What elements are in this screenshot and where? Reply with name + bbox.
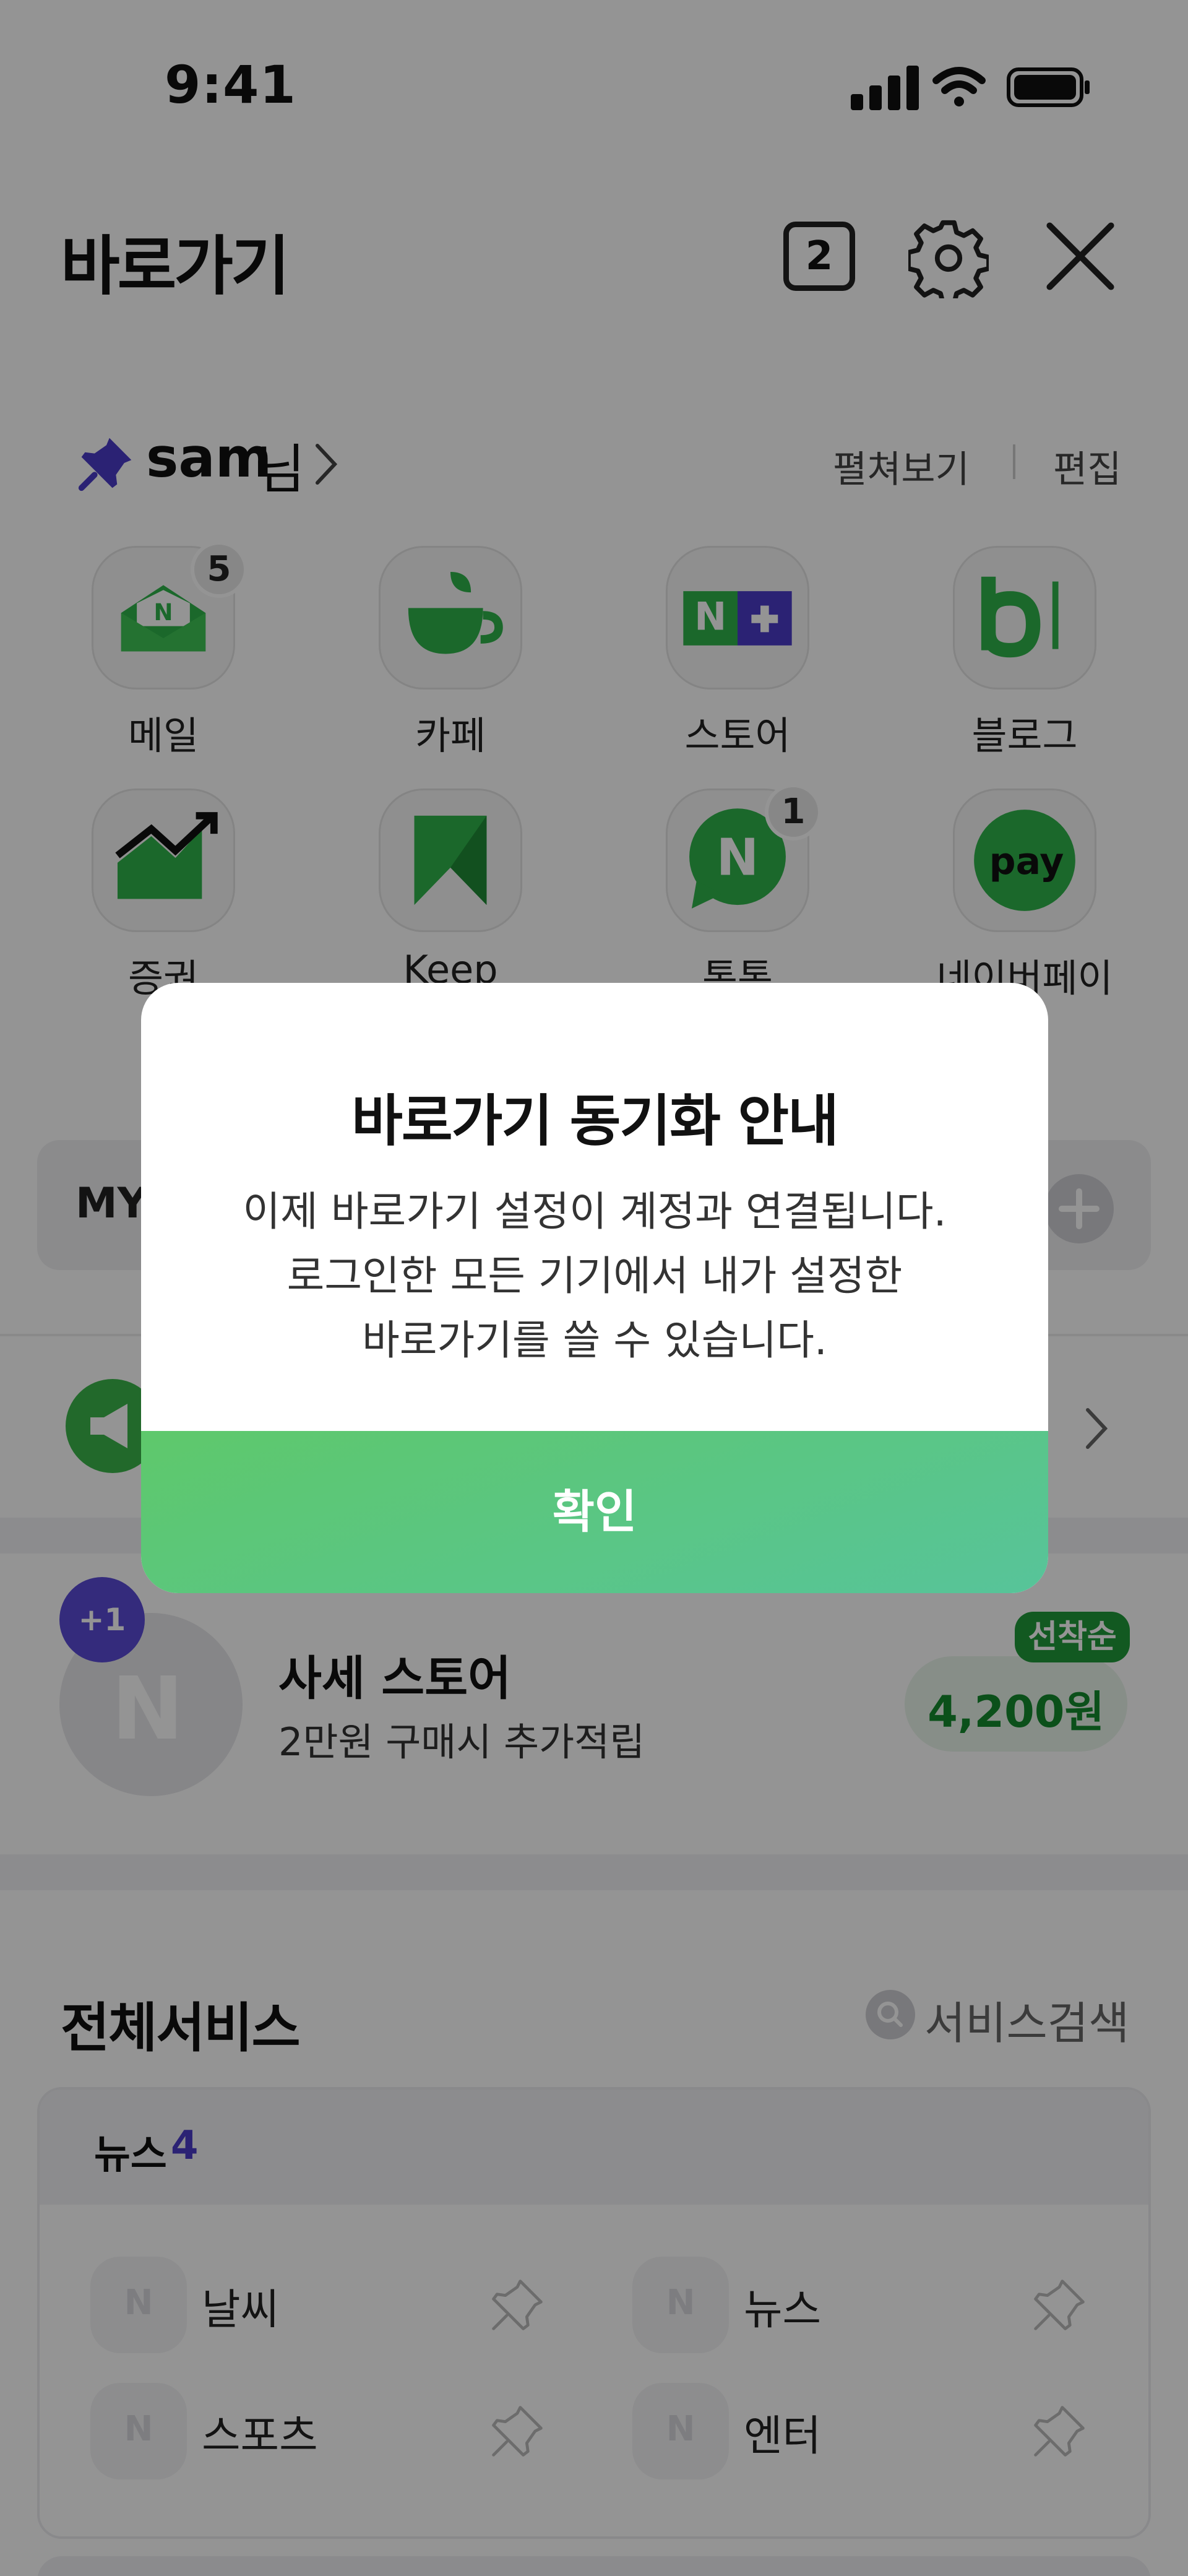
sync-dialog: 바로가기 동기화 안내 이제 바로가기 설정이 계정과 연결됩니다. 로그인한 … [141, 983, 1048, 1593]
dialog-body-line: 이제 바로가기 설정이 계정과 연결됩니다. [243, 1188, 947, 1235]
dialog-title: 바로가기 동기화 안내 [351, 1089, 839, 1154]
dialog-body-line: 바로가기를 쓸 수 있습니다. [362, 1316, 827, 1364]
confirm-button[interactable]: 확인 [141, 1431, 1048, 1593]
dialog-body-line: 로그인한 모든 기기에서 내가 설정한 [286, 1252, 903, 1300]
dialog-body: 이제 바로가기 설정이 계정과 연결됩니다. 로그인한 모든 기기에서 내가 설… [141, 1180, 1048, 1373]
